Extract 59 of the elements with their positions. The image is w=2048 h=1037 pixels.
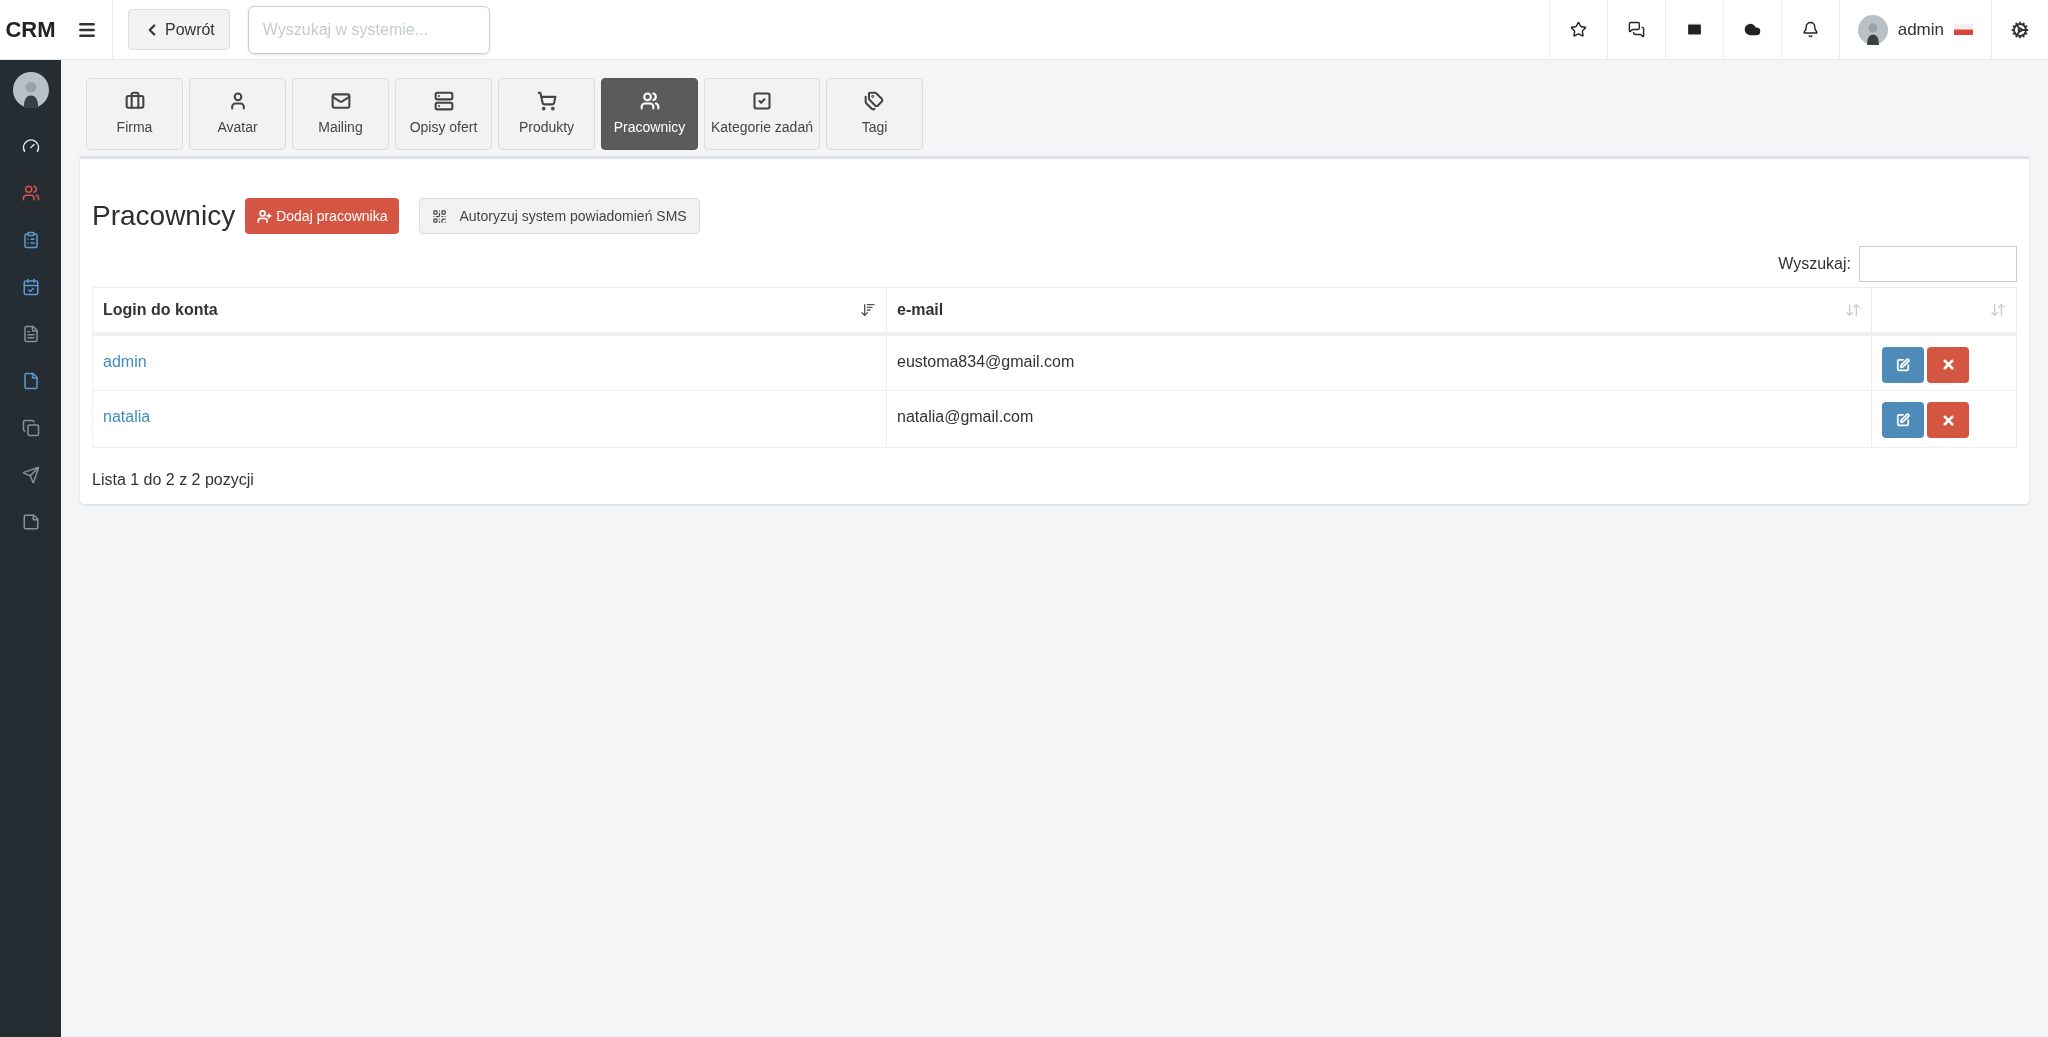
avatar-icon <box>12 72 49 108</box>
server-icon <box>433 90 454 111</box>
sidebar-item[interactable] <box>21 231 40 249</box>
delete-button[interactable] <box>1927 346 1969 383</box>
login-link[interactable]: admin <box>103 352 147 370</box>
avatar-icon <box>1857 14 1888 45</box>
chat-icon <box>1627 21 1645 38</box>
email-cell: eustoma834@gmail.com <box>897 352 1075 370</box>
note-icon <box>21 513 40 531</box>
calendar-icon <box>21 278 40 296</box>
settings-tab[interactable]: Tagi <box>825 78 923 150</box>
add-employee-button[interactable]: Dodaj pracownika <box>245 198 400 234</box>
bell-icon <box>1801 21 1819 38</box>
send-icon <box>21 466 40 484</box>
tags-icon <box>864 90 885 111</box>
copy-icon <box>21 419 40 437</box>
edit-icon <box>1896 413 1910 427</box>
edit-icon <box>1896 357 1910 372</box>
back-button[interactable]: Powrót <box>128 9 230 50</box>
cloud-icon <box>1743 21 1761 38</box>
user-menu[interactable]: admin <box>1838 0 1992 59</box>
sms-auth-button[interactable]: Autoryzuj system powiadomień SMS <box>419 198 700 234</box>
users-icon <box>21 184 40 202</box>
sidebar-item[interactable] <box>21 137 40 155</box>
settings-tab[interactable]: Mailing <box>292 78 389 150</box>
star-icon <box>1569 21 1587 38</box>
edit-button[interactable] <box>1882 402 1924 438</box>
clipboard-icon <box>21 231 40 249</box>
settings-tab[interactable]: Pracownicy <box>601 78 698 150</box>
poland-flag-icon <box>1954 24 1973 35</box>
column-header[interactable]: Login do konta <box>92 287 887 334</box>
table-search-field[interactable] <box>1859 246 2017 282</box>
dashboard-icon <box>21 137 40 155</box>
company-icon <box>124 90 145 111</box>
page-title: Pracownicy <box>92 199 236 233</box>
settings-tab[interactable]: Firma <box>86 78 183 150</box>
edit-button[interactable] <box>1882 346 1924 383</box>
document-icon <box>21 325 40 343</box>
user-name: admin <box>1897 18 1944 41</box>
users-icon <box>639 90 660 111</box>
column-header[interactable]: e-mail <box>886 287 1872 334</box>
qr-code-icon <box>432 208 448 224</box>
sidebar-item[interactable] <box>21 278 40 296</box>
mail-icon <box>330 90 351 111</box>
delete-button[interactable] <box>1927 402 1969 438</box>
settings-tab[interactable]: Produkty <box>498 78 595 150</box>
logo[interactable]: CRM <box>5 13 56 46</box>
table-info: Lista 1 do 2 z 2 pozycji <box>92 470 255 490</box>
user-plus-icon <box>257 208 273 224</box>
settings-tab[interactable]: Avatar <box>189 78 286 150</box>
login-link[interactable]: natalia <box>103 408 151 425</box>
check-icon <box>752 90 772 111</box>
search-field[interactable]: Wyszukaj w systemie... <box>247 5 490 54</box>
email-cell: natalia@gmail.com <box>897 408 1034 425</box>
settings-tab[interactable]: Opisy ofert <box>395 78 492 150</box>
search-label: Wyszukaj: <box>1778 254 1851 274</box>
cart-icon <box>536 90 557 111</box>
settings-icon <box>2011 20 2029 39</box>
settings-tab[interactable]: Kategorie zadań <box>704 78 820 150</box>
